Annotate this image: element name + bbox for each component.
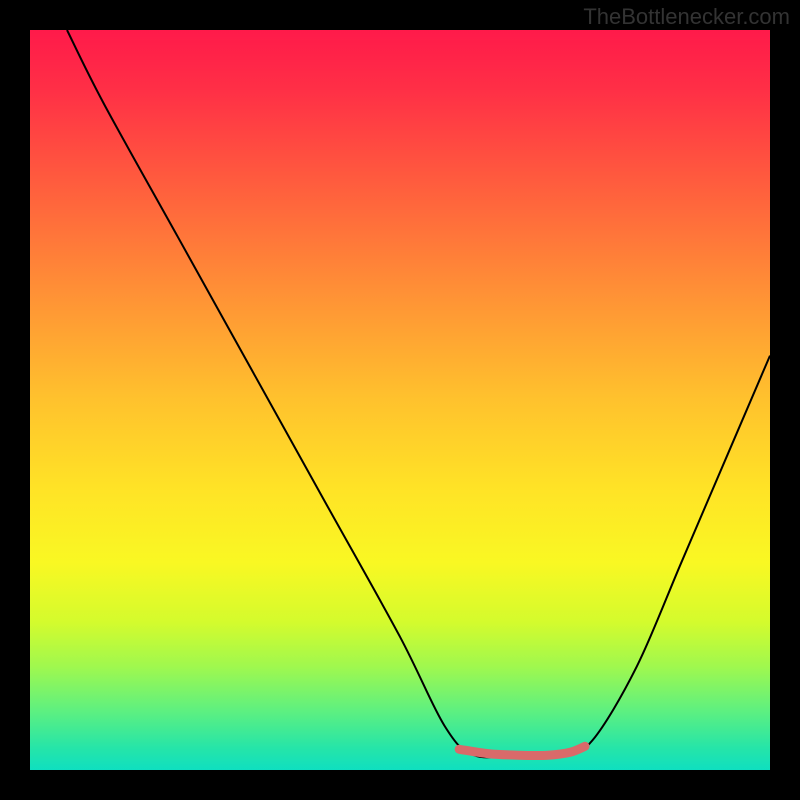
watermark-text: TheBottlenecker.com xyxy=(583,4,790,30)
curve-layer xyxy=(30,30,770,770)
sweet-spot-band xyxy=(459,746,585,755)
bottleneck-curve xyxy=(67,30,770,757)
chart-frame xyxy=(30,30,770,770)
